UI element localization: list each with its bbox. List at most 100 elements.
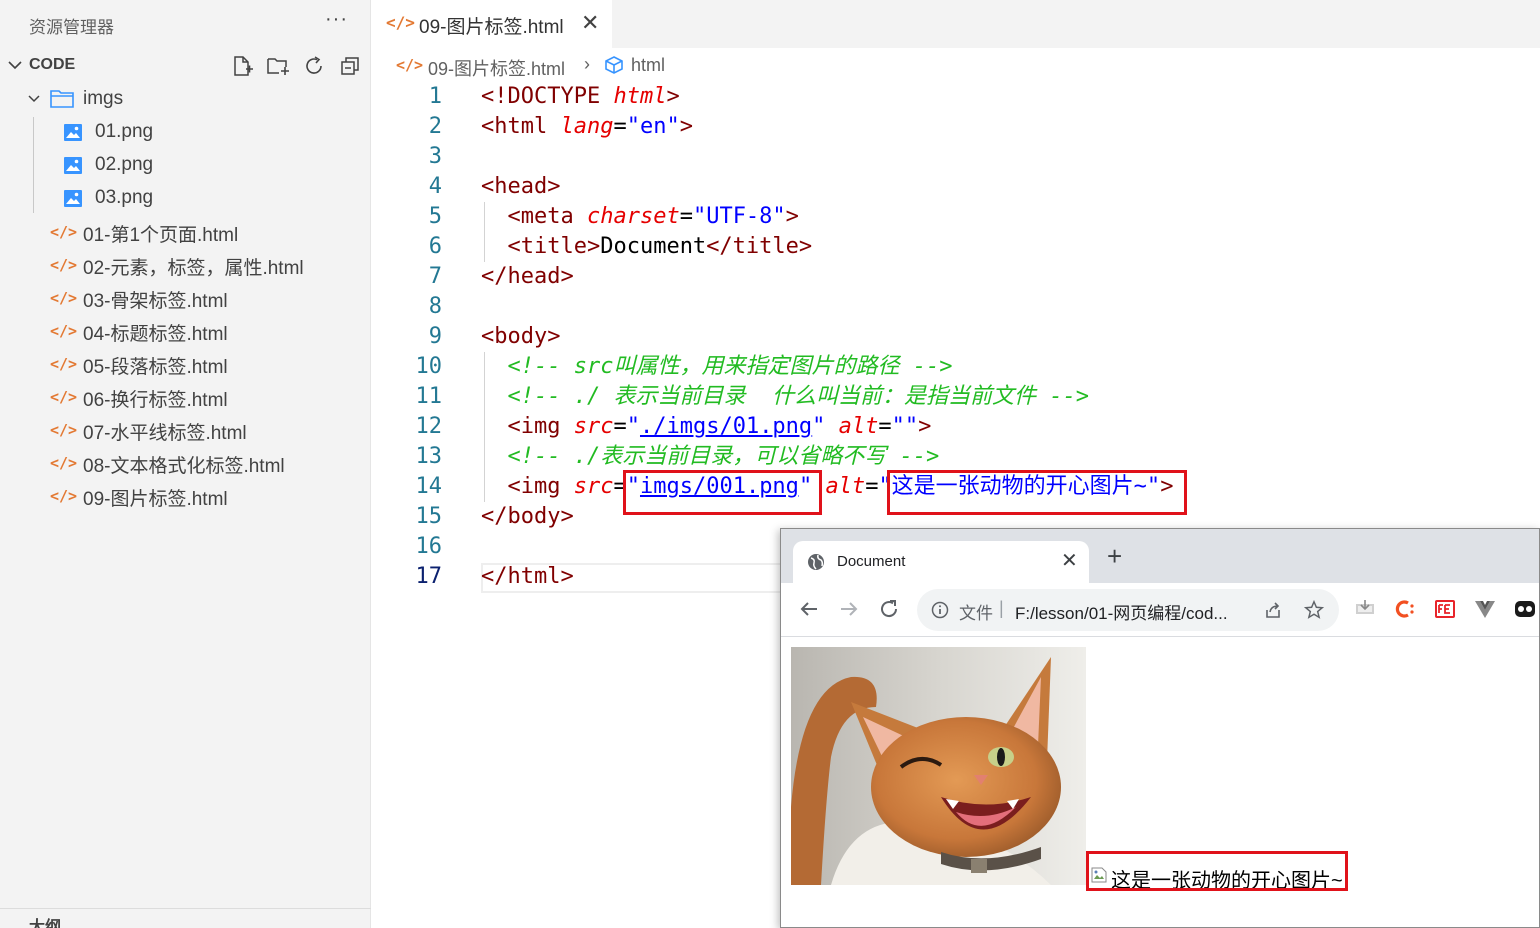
code-line: 3 [372,142,1540,172]
line-text: <html lang="en"> [481,112,693,142]
tree-file-html[interactable]: </> 07-水平线标签.html [0,413,371,446]
new-folder-icon[interactable] [266,54,290,78]
forward-arrow-icon[interactable] [837,597,861,621]
code-token: = [679,204,693,229]
code-token: <meta [507,204,587,229]
extension-vue-icon[interactable] [1473,597,1497,621]
browser-tab[interactable]: Document ✕ [793,541,1089,583]
code-token: lang [560,114,614,139]
breadcrumb-file[interactable]: 09-图片标签.html [428,55,565,81]
more-actions-icon[interactable]: ··· [325,8,348,31]
refresh-icon[interactable] [302,54,326,78]
line-text: <body> [481,322,560,352]
code-token: = [865,474,879,499]
tree-file-html[interactable]: </> 03-骨架标签.html [0,281,371,314]
tree-file-html[interactable]: </> 05-段落标签.html [0,347,371,380]
explorer-title: 资源管理器 [29,18,114,37]
line-number: 2 [428,114,442,139]
extension-fe-icon[interactable] [1433,597,1457,621]
code-line: 9 <body> [372,322,1540,352]
extension-c-icon[interactable] [1393,597,1417,621]
line-number: 5 [428,204,442,229]
new-tab-icon[interactable]: + [1107,543,1122,569]
line-text: <!DOCTYPE html> [481,82,680,112]
workspace-folder-row[interactable]: CODE [0,50,371,82]
html-file-icon: </> [50,223,78,241]
code-line: 11 <!-- ./ 表示当前目录 什么叫当前：是指当前文件 --> [372,382,1540,412]
line-number: 6 [428,234,442,259]
tab-09-html[interactable]: </> 09-图片标签.html ✕ [372,0,612,48]
line-number: 12 [415,414,443,439]
extension-profile-icon[interactable] [1513,597,1537,621]
extension-download-icon[interactable] [1353,597,1377,621]
tree-folder[interactable]: imgs [0,83,371,116]
bookmark-star-icon[interactable] [1303,599,1325,621]
line-number: 10 [415,354,443,379]
close-icon[interactable]: ✕ [581,10,599,36]
code-line: 8 [372,292,1540,322]
code-token: "UTF-8" [692,204,786,229]
tree-item-label: 08-文本格式化标签.html [83,456,285,477]
cat-image [791,647,1086,885]
line-number: 14 [415,474,443,499]
tree-file-image[interactable]: 01.png [0,116,371,149]
html-file-icon: </> [50,256,78,274]
line-text: <head> [481,172,560,202]
close-icon[interactable]: ✕ [1061,548,1078,573]
tree-file-html[interactable]: </> 01-第1个页面.html [0,215,371,248]
html-file-icon: </> [50,454,78,472]
code-token: > [679,114,693,139]
tree-item-label: 09-图片标签.html [83,489,228,510]
code-line: 12 <img src="./imgs/01.png" alt=""> [372,412,1540,442]
highlight-box-src [623,470,822,515]
line-text: </body> [481,502,574,532]
tree-file-image[interactable]: 02.png [0,149,371,182]
html-file-icon: </> [386,13,415,32]
tree-file-image[interactable]: 03.png [0,182,371,215]
breadcrumb-separator: › [584,54,590,74]
collapse-all-icon[interactable] [338,54,362,78]
address-url: F:/lesson/01-网页编程/cod... [1015,604,1228,623]
tree-item-label: 02.png [95,154,154,175]
tree-item-label: 03-骨架标签.html [83,291,228,312]
back-arrow-icon[interactable] [797,597,821,621]
explorer-sidebar: 资源管理器 ··· CODE imgs 01.png 02.png 03.png </>… [0,0,371,928]
new-file-icon[interactable] [230,54,254,78]
address-bar[interactable]: 文件 | F:/lesson/01-网页编程/cod... [917,589,1339,631]
code-token: src [573,414,614,439]
tree-item-label: 05-段落标签.html [83,357,228,378]
code-token: charset [586,204,680,229]
code-token: <!-- ./表示当前目录，可以省略不写 --> [507,444,940,469]
image-file-icon [64,124,82,141]
tree-file-html[interactable]: </> 02-元素，标签，属性.html [0,248,371,281]
reload-icon[interactable] [877,597,901,621]
share-icon[interactable] [1263,600,1283,620]
breadcrumb-symbol[interactable]: html [631,55,665,76]
code-line: 10 <!-- src叫属性，用来指定图片的路径 --> [372,352,1540,382]
tree-file-html[interactable]: </> 08-文本格式化标签.html [0,446,371,479]
tree-file-html[interactable]: </> 09-图片标签.html [0,479,371,512]
screen: 资源管理器 ··· CODE imgs 01.png 02.png 03.png </>… [0,0,1540,928]
outline-section[interactable]: 大纲 [0,908,371,928]
browser-tabstrip: Document ✕ + [781,529,1539,583]
tree-file-html[interactable]: </> 06-换行标签.html [0,380,371,413]
code-token: "" [891,414,919,439]
editor-tabbar: </> 09-图片标签.html ✕ [372,0,1540,48]
code-token: alt [825,474,866,499]
tree-file-html[interactable]: </> 04-标题标签.html [0,314,371,347]
line-text: <!-- ./表示当前目录，可以省略不写 --> [481,442,940,472]
line-text: <img src="./imgs/01.png" alt=""> [481,412,932,442]
code-token: </title> [706,234,813,259]
line-number: 9 [428,324,442,349]
code-token: > [918,414,932,439]
code-token: <!-- ./ 表示当前目录 什么叫当前：是指当前文件 --> [507,384,1089,409]
code-token: > [785,204,799,229]
browser-tab-title: Document [837,553,906,570]
tree-item-label: 04-标题标签.html [83,324,228,345]
code-token: <!DOCTYPE [481,84,614,109]
browser-viewport: 这是一张动物的开心图片~ [781,638,1539,927]
info-icon[interactable] [931,601,949,619]
